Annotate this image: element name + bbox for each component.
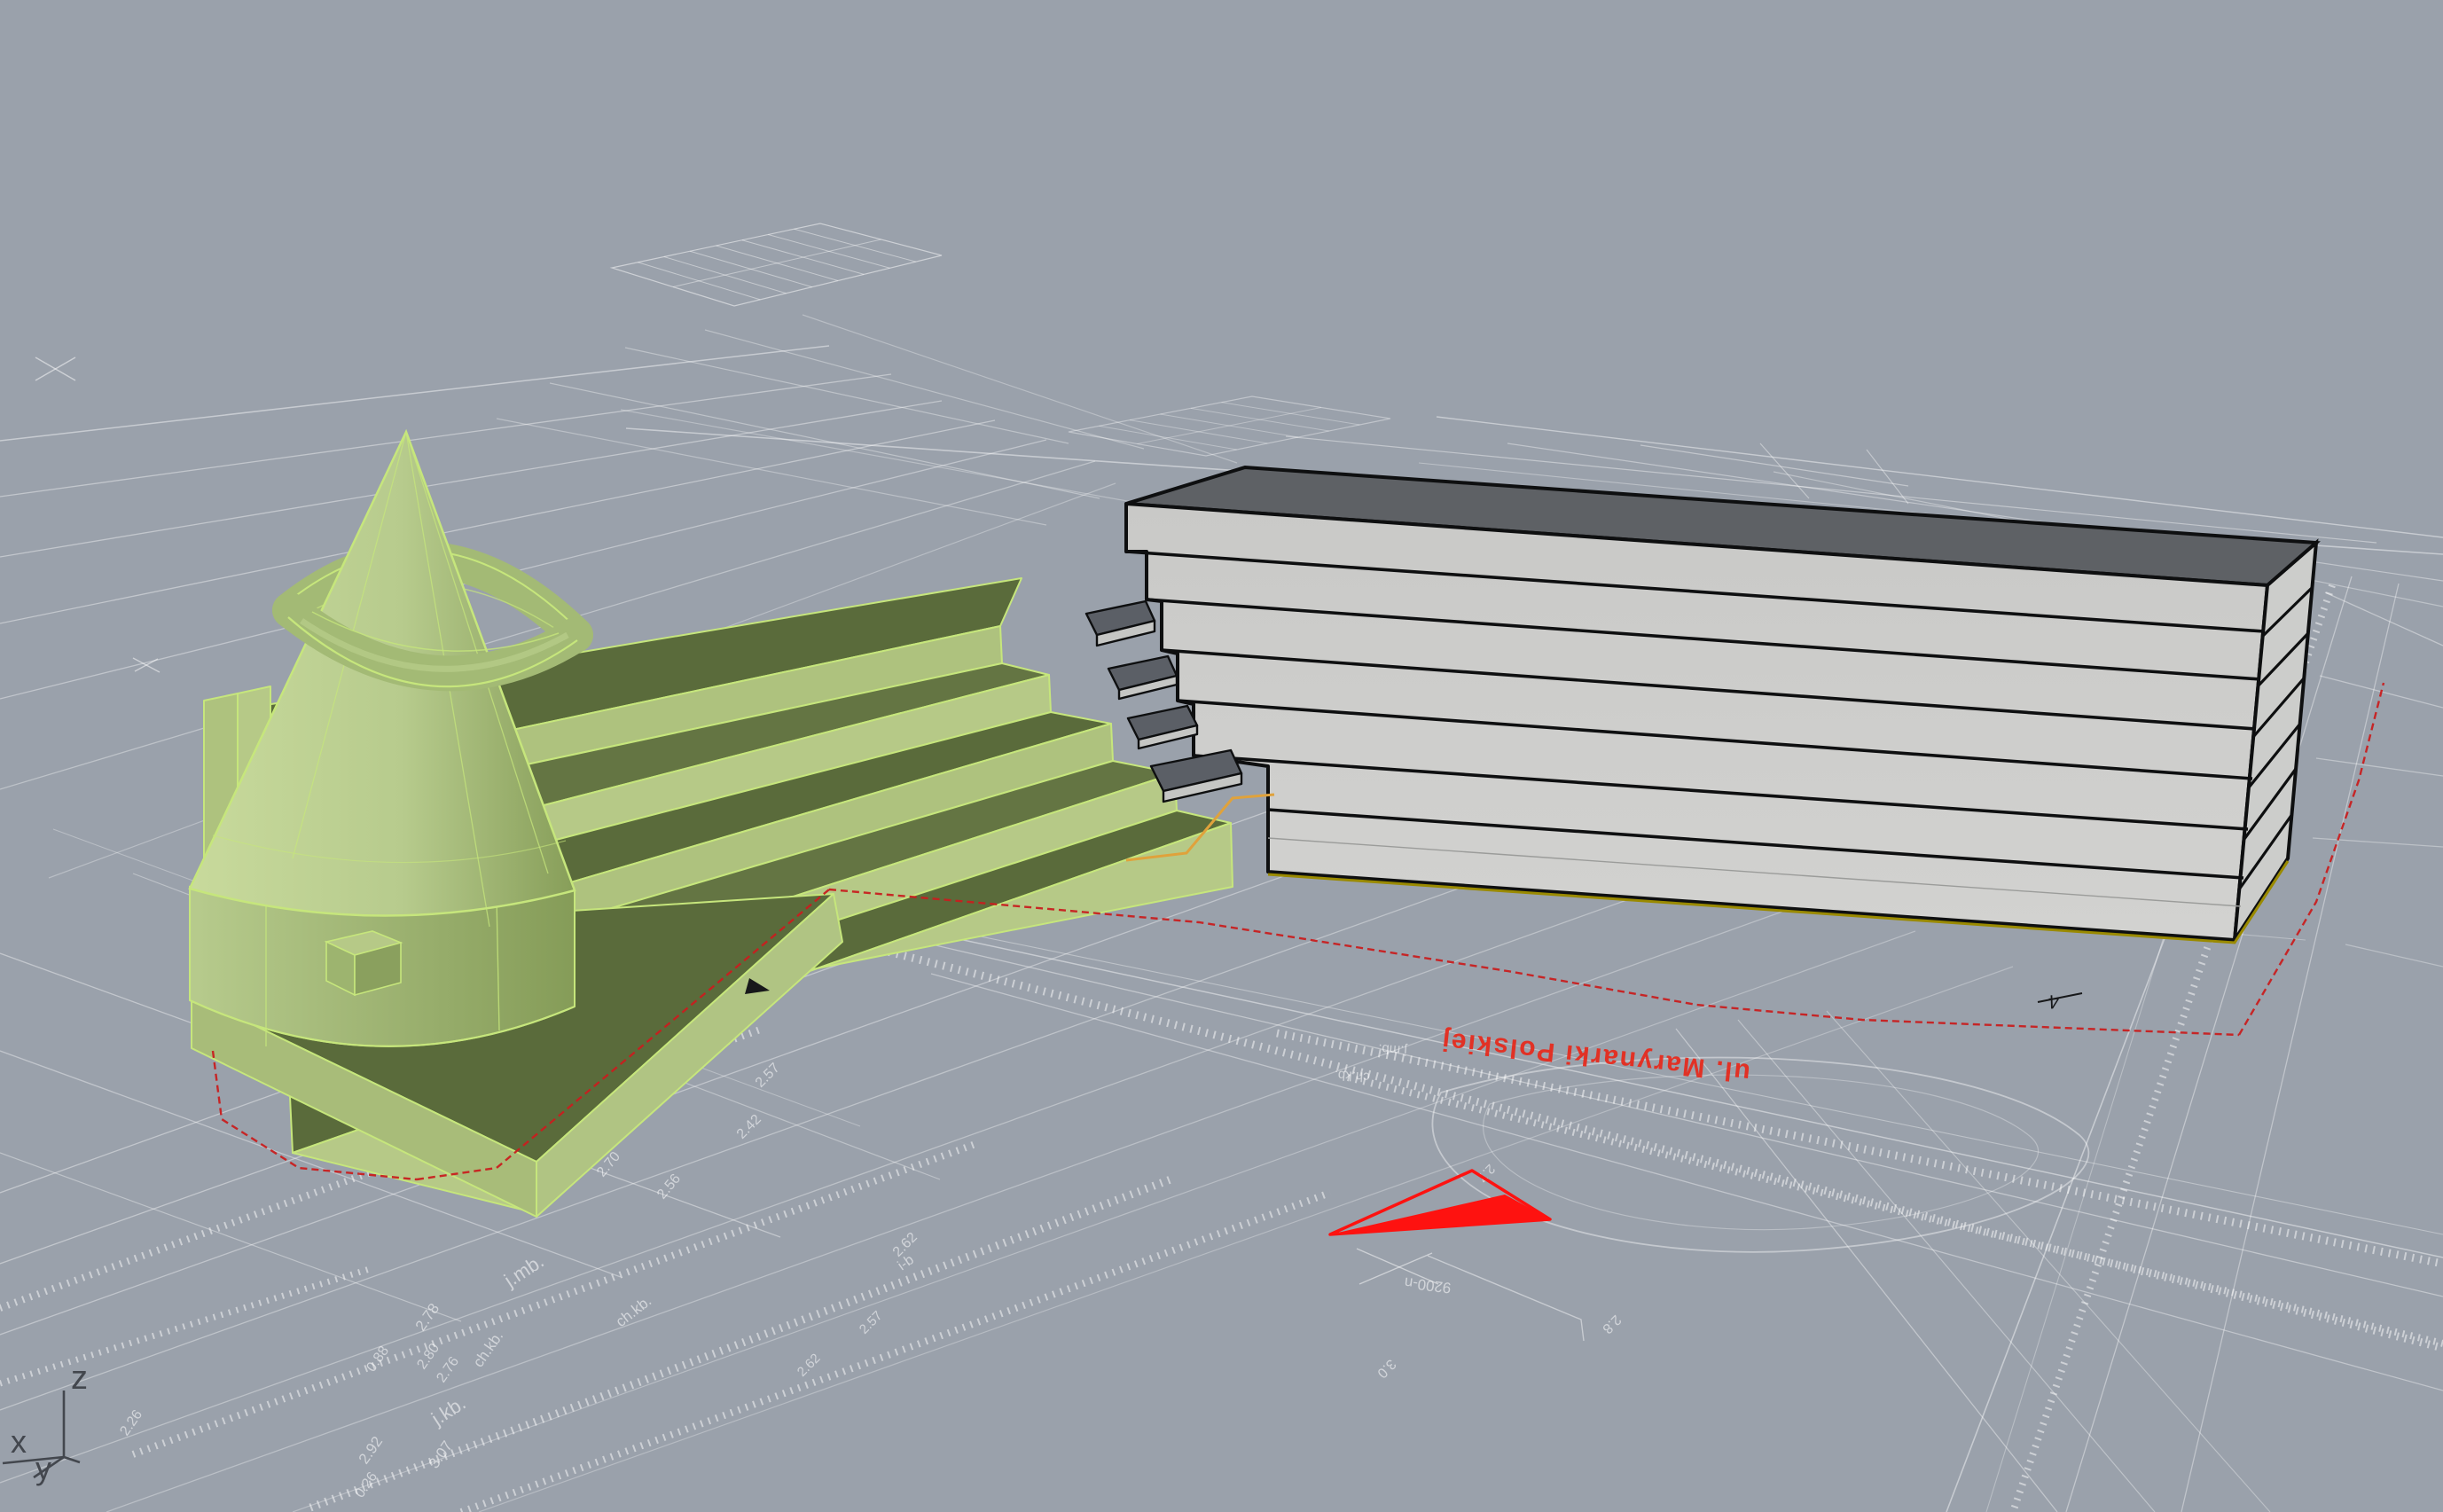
survey-label: ch.kb. — [1334, 1067, 1370, 1085]
plan-line — [625, 348, 1069, 443]
survey-label: 2.80 — [414, 1341, 442, 1372]
survey-label: 9200-n — [1404, 1274, 1452, 1297]
ring-road-outer — [1433, 1058, 2089, 1252]
survey-label: 2.57 — [753, 1061, 783, 1091]
plan-line — [1738, 1020, 2155, 1512]
axis-y-label: y — [35, 1450, 51, 1486]
road-hatch-band — [461, 1193, 1330, 1512]
survey-polyline — [1428, 1256, 1584, 1341]
parking-grid — [612, 223, 942, 306]
axis-z-label: z — [71, 1359, 88, 1397]
survey-label: 2.42 — [734, 1112, 764, 1142]
survey-label: 3.0 — [1374, 1356, 1398, 1381]
survey-label: 0.26 — [352, 1469, 380, 1500]
road-hatch-band — [842, 940, 2443, 1348]
street-name-label: ul. Marynarki Polskiej — [1439, 1026, 1751, 1087]
plan-line — [1760, 443, 1809, 498]
plan-line — [0, 374, 891, 497]
survey-label: 2.56 — [654, 1171, 684, 1203]
road-hatch-band — [0, 1268, 372, 1383]
survey-label: 2.8 — [1599, 1312, 1624, 1336]
survey-label: 2.62 — [795, 1351, 824, 1380]
axis-x-label: x — [11, 1423, 27, 1460]
plan-line — [1827, 1011, 2270, 1512]
plan-line — [931, 974, 2443, 1391]
plan-line — [0, 346, 829, 441]
green-massing-model[interactable] — [190, 432, 1233, 1217]
parking-grid-line — [673, 239, 881, 287]
survey-label: ch.kb. — [470, 1328, 507, 1370]
survey-label: j.mb. — [499, 1250, 547, 1291]
plan-line — [829, 921, 2443, 1297]
survey-label: 2.76 — [434, 1354, 462, 1385]
survey-label: j.mb. — [1378, 1041, 1409, 1058]
plan-line — [1867, 450, 1908, 504]
survey-label: j.kb. — [427, 1391, 469, 1430]
plan-line — [2316, 758, 2443, 776]
plan-line — [1676, 1029, 2057, 1512]
plan-line — [803, 315, 1237, 463]
dimension-label: 4 — [2048, 991, 2060, 1013]
survey-label: ch.kb. — [613, 1292, 654, 1330]
survey-label: 2.92 — [356, 1433, 387, 1467]
road-hatch-band — [1277, 1033, 2443, 1264]
plan-line — [2325, 592, 2443, 646]
plan-line — [798, 905, 2443, 1257]
gray-massing-model[interactable] — [1086, 467, 2316, 943]
plan-line — [705, 330, 1144, 449]
plan-line — [2313, 838, 2443, 847]
viewport-canvas[interactable]: j.mb.j.kb.ch.kb.ch.kb.j.mb.ch.kb.2.782.9… — [0, 0, 2443, 1512]
survey-label: 2.57 — [857, 1308, 886, 1337]
axis-foot-tick — [64, 1457, 80, 1462]
plan-line — [2345, 944, 2443, 967]
survey-label: 2.26 — [117, 1407, 145, 1438]
